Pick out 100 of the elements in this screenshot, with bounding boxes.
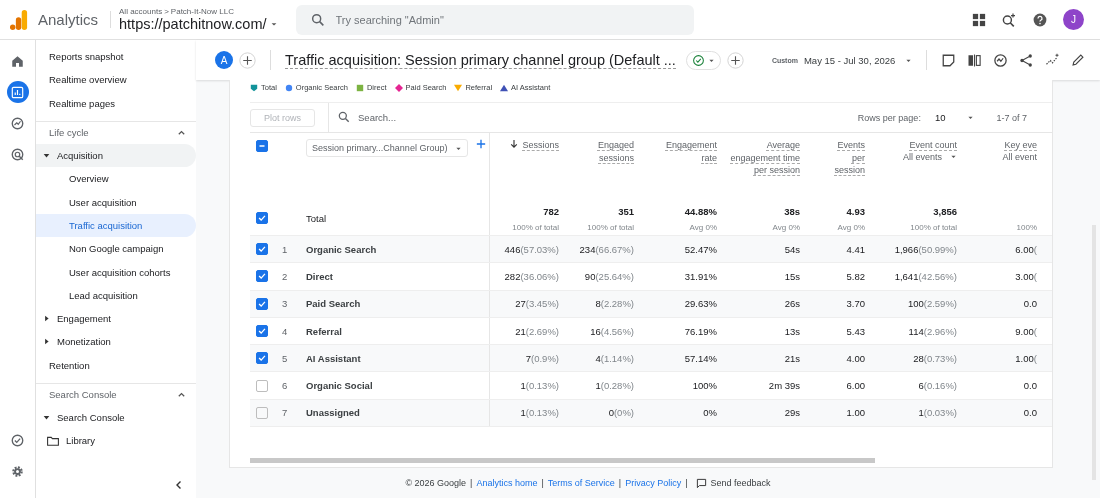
table-cell: 29s bbox=[784, 407, 800, 419]
table-cell: 76.19% bbox=[684, 325, 717, 337]
collapse-icon[interactable] bbox=[174, 480, 184, 490]
table-cell: 1(0.13%) bbox=[520, 380, 559, 392]
nav-item[interactable]: User acquisition bbox=[36, 190, 196, 214]
table-cell: 54s bbox=[784, 243, 800, 255]
checkbox[interactable] bbox=[256, 379, 268, 392]
nav-item[interactable]: Traffic acquisition bbox=[36, 213, 196, 238]
nav-group[interactable]: Monetization bbox=[36, 330, 196, 354]
total-share: Avg 0% bbox=[689, 223, 717, 232]
nav-item[interactable]: Reports snapshot bbox=[36, 45, 196, 69]
nav-group[interactable]: Acquisition bbox=[36, 143, 196, 168]
horizontal-scrollbar[interactable] bbox=[250, 458, 875, 463]
total-share: Avg 0% bbox=[772, 223, 800, 232]
user-avatar[interactable]: J bbox=[1063, 9, 1084, 30]
checkbox[interactable] bbox=[256, 297, 268, 310]
nav-item[interactable]: User acquisition cohorts bbox=[36, 260, 196, 284]
table-cell: 4.41 bbox=[846, 243, 865, 255]
sort-down-icon[interactable] bbox=[510, 139, 519, 149]
insights-icon[interactable] bbox=[993, 52, 1009, 68]
table-cell: 6(0.16%) bbox=[918, 380, 957, 392]
breadcrumb-link[interactable]: Patch-It-Now LLC bbox=[170, 7, 234, 16]
total-share: 100% of total bbox=[910, 223, 957, 232]
nav-item[interactable]: Overview bbox=[36, 167, 196, 191]
table-cell: 0.0 bbox=[1023, 407, 1037, 419]
total-value: 38s bbox=[784, 206, 800, 217]
select-all-checkbox[interactable] bbox=[256, 140, 268, 152]
table-cell: 100% bbox=[692, 380, 717, 392]
property-selector[interactable]: https://patchitnow.com/ bbox=[119, 16, 278, 32]
compare-columns-icon[interactable] bbox=[967, 52, 983, 68]
date-range-picker[interactable]: May 15 - Jul 30, 2026 bbox=[803, 54, 913, 66]
table-cell: 6.00 bbox=[846, 380, 865, 392]
column-header[interactable]: Key eve bbox=[1004, 139, 1037, 152]
search-field[interactable]: Try searching "Admin" bbox=[295, 4, 694, 35]
nav-item[interactable]: Retention bbox=[36, 353, 196, 377]
footer-link[interactable]: Terms of Service bbox=[547, 478, 615, 488]
column-header[interactable]: Engagement rate bbox=[657, 139, 717, 164]
total-share: 100% of total bbox=[587, 223, 634, 232]
metric-filter-dropdown[interactable]: All events bbox=[902, 151, 957, 162]
checkbox[interactable] bbox=[256, 212, 268, 224]
help-icon[interactable] bbox=[1032, 11, 1048, 28]
add-icon[interactable] bbox=[239, 51, 256, 69]
table-search-field[interactable]: Search... bbox=[337, 111, 500, 124]
column-header[interactable]: Average engagement time per session bbox=[730, 139, 800, 177]
row-number: 4 bbox=[282, 325, 288, 337]
table-cell: Organic Search bbox=[306, 243, 377, 255]
nav-group[interactable]: Search Console bbox=[36, 405, 196, 430]
search-sparkle-icon[interactable] bbox=[1001, 11, 1017, 28]
breadcrumb-link[interactable]: All accounts bbox=[119, 7, 163, 16]
table-cell: Unassigned bbox=[306, 407, 360, 419]
separator-text: | bbox=[685, 478, 688, 488]
caret-icon bbox=[967, 114, 975, 121]
footer-link[interactable]: Analytics home bbox=[476, 478, 538, 488]
total-value: 4.93 bbox=[846, 206, 865, 217]
checkbox[interactable] bbox=[256, 406, 268, 419]
reports-icon[interactable] bbox=[6, 81, 29, 103]
table-cell: 5.82 bbox=[846, 270, 865, 282]
send-feedback-button[interactable]: Send feedback bbox=[695, 477, 771, 489]
table-cell: 0.0 bbox=[1023, 298, 1037, 310]
nav-item[interactable]: Non Google campaign bbox=[36, 237, 196, 261]
metric-filter-dropdown[interactable]: All event bbox=[1002, 151, 1037, 162]
chevron-icon bbox=[177, 128, 186, 138]
table-cell: 13s bbox=[784, 325, 800, 337]
note-icon[interactable] bbox=[941, 52, 957, 68]
nav-item[interactable]: Realtime overview bbox=[36, 68, 196, 92]
table-cell: 1,966(50.99%) bbox=[894, 243, 957, 255]
nav-item[interactable]: Library bbox=[36, 429, 196, 453]
checkbox[interactable] bbox=[256, 352, 268, 365]
table-cell: 6.00( bbox=[1015, 243, 1037, 255]
checkbox[interactable] bbox=[256, 270, 268, 283]
comparison-badge[interactable]: A bbox=[215, 51, 233, 69]
column-header[interactable]: Engaged sessions bbox=[584, 139, 634, 164]
nav-item[interactable]: Realtime pages bbox=[36, 91, 196, 115]
rows-per-page-select[interactable]: 10 bbox=[934, 112, 975, 123]
add-icon[interactable] bbox=[726, 51, 744, 69]
add-dimension-icon[interactable] bbox=[476, 139, 487, 149]
caret-icon bbox=[43, 315, 50, 323]
dimension-dropdown[interactable]: Session primary...Channel Group) bbox=[306, 139, 469, 157]
table-cell: 28(0.73%) bbox=[913, 352, 957, 364]
app-name: Analytics bbox=[38, 11, 112, 28]
folder-icon bbox=[47, 435, 59, 446]
share-icon[interactable] bbox=[1019, 52, 1035, 68]
table-cell: 1(0.28%) bbox=[595, 380, 634, 392]
checkbox[interactable] bbox=[256, 243, 268, 256]
table-cell: 100(2.59%) bbox=[907, 298, 957, 310]
checkbox[interactable] bbox=[256, 325, 268, 338]
pencil-icon[interactable] bbox=[1071, 53, 1086, 67]
apps-grid-icon[interactable] bbox=[972, 12, 986, 27]
nav-group[interactable]: Engagement bbox=[36, 306, 196, 331]
column-header[interactable]: Events per session bbox=[829, 139, 865, 177]
column-header[interactable]: Event count bbox=[909, 139, 957, 152]
nav-item[interactable]: Lead acquisition bbox=[36, 283, 196, 307]
analytics-logo-icon bbox=[10, 8, 28, 31]
table-cell: 4(1.14%) bbox=[595, 352, 634, 364]
row-number: 3 bbox=[282, 298, 288, 310]
row-number: 7 bbox=[282, 407, 288, 419]
table-cell: 1,641(42.56%) bbox=[894, 270, 957, 282]
footer-link[interactable]: Privacy Policy bbox=[625, 478, 682, 488]
table-cell: 29.63% bbox=[684, 298, 717, 310]
column-header[interactable]: Sessions bbox=[522, 139, 559, 152]
